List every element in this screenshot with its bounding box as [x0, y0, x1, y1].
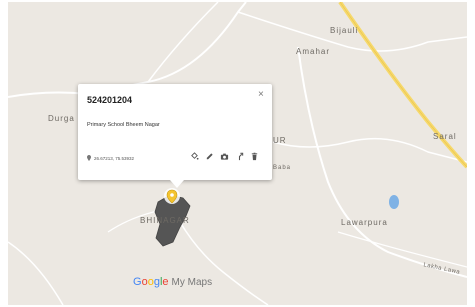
coordinates-row: 26.67213, 75.53932: [87, 155, 134, 161]
directions-icon[interactable]: [235, 152, 244, 161]
place-label: UR: [273, 136, 287, 145]
google-letter: e: [162, 276, 169, 288]
my-maps-label: My Maps: [171, 277, 213, 288]
popup-title: 524201204: [87, 95, 133, 105]
place-label: Amahar: [296, 47, 331, 56]
paint-bucket-icon[interactable]: [190, 152, 199, 161]
google-letter: G: [133, 276, 142, 288]
close-icon[interactable]: ×: [258, 89, 264, 100]
water-body: [389, 195, 399, 209]
popup-pointer: [170, 180, 184, 188]
location-pin-icon: [87, 155, 91, 161]
place-label: Baba: [273, 165, 292, 171]
coordinates-value: 26.67213, 75.53932: [94, 155, 135, 161]
feature-info-popup: 524201204 × Primary School Bheem Nagar 2…: [78, 84, 272, 188]
google-wordmark-text: Google: [133, 276, 169, 288]
place-label: Lawarpura: [341, 218, 388, 227]
google-wordmark: Google: [133, 276, 169, 288]
map-pin-icon[interactable]: [164, 188, 180, 210]
google-my-maps-logo: Google My Maps: [133, 276, 212, 288]
camera-icon[interactable]: [220, 152, 229, 161]
map-canvas[interactable]: Bijauli Amahar Durga UR BHINAGAR Saral L…: [8, 2, 467, 305]
place-label: Durga: [48, 114, 75, 123]
place-label: Bijauli: [330, 26, 359, 35]
place-label: BHINAGAR: [140, 216, 190, 225]
popup-description: Primary School Bheem Nagar: [87, 122, 160, 128]
place-label: Saral: [433, 132, 457, 141]
popup-toolbar: [190, 152, 259, 161]
pencil-icon[interactable]: [205, 152, 214, 161]
trash-icon[interactable]: [250, 152, 259, 161]
